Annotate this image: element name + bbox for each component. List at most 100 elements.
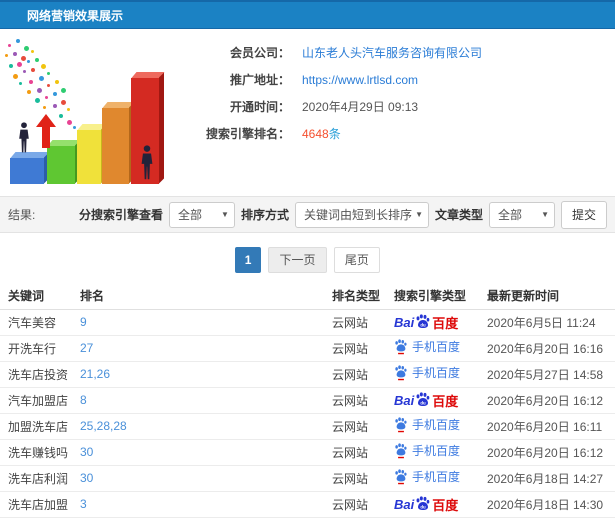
next-page-button[interactable]: 下一页 xyxy=(268,247,327,273)
baidu-paw-icon: du xyxy=(416,314,430,328)
keyword-cell: 加盟洗车店 xyxy=(0,413,80,440)
baidu-logo-suffix: 百度 xyxy=(432,315,459,331)
mobile-baidu-logo: 手机百度 xyxy=(394,416,460,433)
baidu-logo: Bai du 百度 xyxy=(394,313,458,332)
engine-type-cell: Bai du 百度 xyxy=(394,491,487,518)
confetti-dot xyxy=(39,76,44,81)
update-time-cell: 2020年6月20日 16:12 xyxy=(487,387,615,414)
baidu-logo-prefix: Bai xyxy=(394,496,415,512)
decor-bar-green xyxy=(47,146,75,184)
confetti-dot xyxy=(9,64,13,68)
keyword-cell: 洗车赚钱吗 xyxy=(0,439,80,466)
confetti-dot xyxy=(24,46,29,51)
rank-cell[interactable]: 27 xyxy=(80,335,332,362)
engine-type-cell: Bai du 百度 xyxy=(394,387,487,414)
open-time-label: 开通时间： xyxy=(229,100,290,114)
confetti-dot xyxy=(31,50,34,53)
rank-cell[interactable]: 9 xyxy=(80,309,332,336)
rank-type-cell: 云网站 xyxy=(332,413,394,440)
confetti-dot xyxy=(27,60,30,63)
member-company-row: 会员公司： 山东老人头汽车服务咨询有限公司 xyxy=(185,39,615,66)
submit-button[interactable]: 提交 xyxy=(561,200,607,229)
mobile-baidu-label: 手机百度 xyxy=(412,444,461,459)
engine-type-cell: 手机百度 xyxy=(394,361,487,388)
open-time-value: 2020年4月29日 09:13 xyxy=(302,100,419,114)
sort-selected: 关键词由短到长排序 xyxy=(303,208,412,222)
results-table-body: 汽车美容 9 云网站 Bai du 百度 2020年6月5日 11:24 开洗车… xyxy=(0,309,615,518)
rank-header: 排名 xyxy=(80,283,332,310)
rank-cell[interactable]: 8 xyxy=(80,387,332,414)
mobile-baidu-paw-icon xyxy=(395,469,407,484)
confetti-dot xyxy=(73,126,76,129)
engine-filter-select[interactable]: 全部 ▼ xyxy=(168,201,235,228)
confetti-dot xyxy=(47,84,50,87)
engine-type-cell: Bai du 百度 xyxy=(394,309,487,336)
results-section-label: 结果: xyxy=(8,208,36,222)
baidu-logo: Bai du 百度 xyxy=(394,495,458,514)
rank-cell[interactable]: 25,28,28 xyxy=(80,413,332,440)
red-up-arrow-icon xyxy=(36,114,56,148)
confetti-dot xyxy=(45,96,48,99)
update-time-cell: 2020年6月20日 16:16 xyxy=(487,335,615,362)
rank-count-unit: 条 xyxy=(328,127,341,141)
decor-bar-blue xyxy=(10,158,44,184)
mobile-baidu-logo: 手机百度 xyxy=(394,364,460,381)
update-time-cell: 2020年5月27日 14:58 xyxy=(487,361,615,388)
baidu-logo-prefix: Bai xyxy=(394,392,415,408)
svg-text:du: du xyxy=(421,504,427,509)
confetti-dot xyxy=(31,68,35,72)
businessman-figure-icon xyxy=(16,118,32,158)
member-company-link[interactable]: 山东老人头汽车服务咨询有限公司 xyxy=(302,44,482,61)
promo-url-label: 推广地址： xyxy=(229,73,290,87)
page-1-button[interactable]: 1 xyxy=(235,247,262,273)
engine-type-cell: 手机百度 xyxy=(394,465,487,492)
keyword-cell: 汽车加盟店 xyxy=(0,387,80,414)
chevron-down-icon: ▼ xyxy=(415,210,423,219)
promo-url-row: 推广地址： https://www.lrtlsd.com xyxy=(185,66,615,93)
update-time-header: 最新更新时间 xyxy=(487,283,615,310)
engine-rank-label: 搜索引擎排名： xyxy=(205,127,290,141)
mobile-baidu-paw-icon xyxy=(395,339,407,354)
engine-type-header: 搜索引擎类型 xyxy=(394,283,487,310)
mobile-baidu-label: 手机百度 xyxy=(412,340,461,355)
baidu-logo-suffix: 百度 xyxy=(432,393,459,409)
rank-type-header: 排名类型 xyxy=(332,283,394,310)
engine-filter-label: 分搜索引擎查看 xyxy=(78,208,163,222)
article-type-select[interactable]: 全部 ▼ xyxy=(489,201,555,228)
update-time-cell: 2020年6月20日 16:12 xyxy=(487,439,615,466)
svg-text:du: du xyxy=(421,322,427,327)
confetti-dot xyxy=(35,58,39,62)
update-time-cell: 2020年6月18日 14:30 xyxy=(487,491,615,518)
engine-rank-row: 搜索引擎排名： 4648条 xyxy=(185,120,615,147)
confetti-dot xyxy=(17,62,22,67)
pagination: 1 下一页 尾页 xyxy=(0,233,615,283)
baidu-paw-icon: du xyxy=(416,496,430,510)
baidu-logo-prefix: Bai xyxy=(394,314,415,330)
confetti-dot xyxy=(61,88,66,93)
sort-select[interactable]: 关键词由短到长排序 ▼ xyxy=(294,201,429,228)
table-row: 汽车加盟店 8 云网站 Bai du 百度 2020年6月20日 16:12 xyxy=(0,387,615,414)
rank-type-cell: 云网站 xyxy=(332,361,394,388)
engine-rank-value: 4648条 xyxy=(302,125,341,142)
promo-url-link[interactable]: https://www.lrtlsd.com xyxy=(302,73,418,87)
baidu-logo: Bai du 百度 xyxy=(394,391,458,410)
confetti-dot xyxy=(43,106,46,109)
table-row: 开洗车行 27 云网站 手机百度 2020年6月20日 16:16 xyxy=(0,335,615,362)
keyword-cell: 洗车店投资 xyxy=(0,361,80,388)
confetti-dot xyxy=(23,70,26,73)
last-page-button[interactable]: 尾页 xyxy=(333,247,380,273)
mobile-baidu-logo: 手机百度 xyxy=(394,338,460,355)
rank-cell[interactable]: 21,26 xyxy=(80,361,332,388)
rank-type-cell: 云网站 xyxy=(332,491,394,518)
confetti-dot xyxy=(16,39,20,43)
baidu-logo-suffix: 百度 xyxy=(432,497,459,513)
bar-chart-illustration xyxy=(0,34,185,194)
rank-cell[interactable]: 3 xyxy=(80,491,332,518)
mobile-baidu-label: 手机百度 xyxy=(412,470,461,485)
rank-cell[interactable]: 30 xyxy=(80,439,332,466)
filter-bar: 结果: 分搜索引擎查看 全部 ▼ 排序方式 关键词由短到长排序 ▼ 文章类型 全… xyxy=(0,196,615,233)
rank-type-cell: 云网站 xyxy=(332,387,394,414)
page-title: 网络营销效果展示 xyxy=(27,8,124,23)
table-row: 洗车店利润 30 云网站 手机百度 2020年6月18日 14:27 xyxy=(0,465,615,492)
rank-cell[interactable]: 30 xyxy=(80,465,332,492)
